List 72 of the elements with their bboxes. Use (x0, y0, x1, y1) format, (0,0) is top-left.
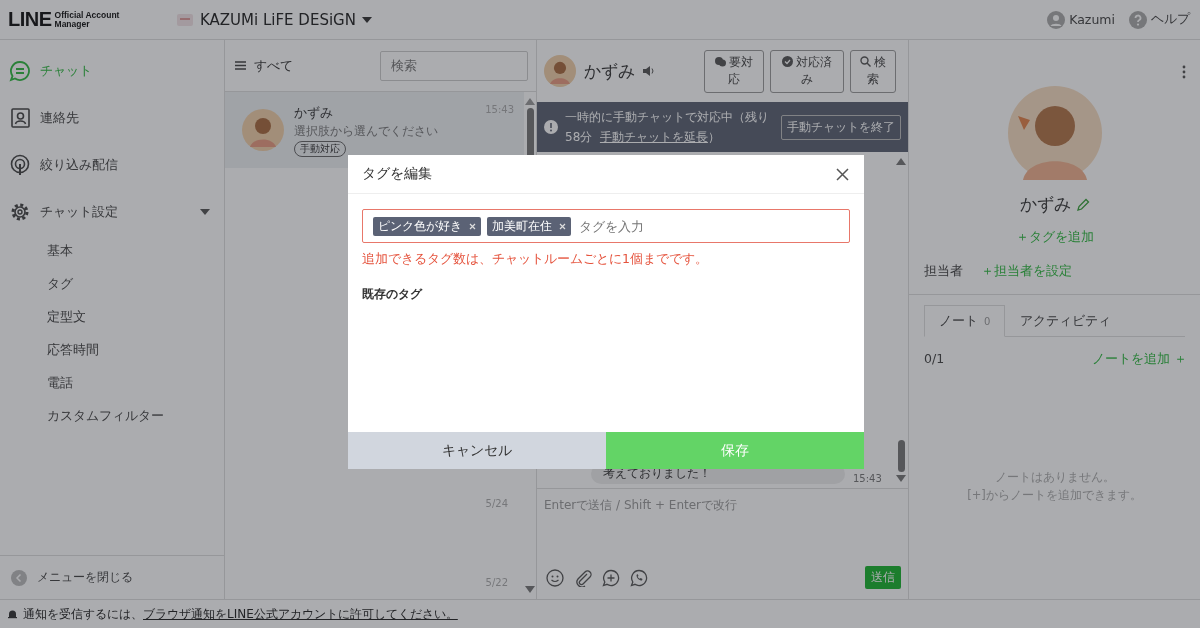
scroll-down-icon[interactable] (525, 586, 535, 593)
tag-chip: 加美町在住 (487, 216, 571, 236)
scroll-down-icon[interactable] (896, 475, 906, 482)
sidebar-subitem[interactable]: タグ (0, 268, 224, 301)
add-bubble-icon[interactable] (602, 568, 620, 587)
tag-field-box[interactable]: ピンク色が好き 加美町在住 タグを入力 (362, 209, 850, 243)
scrollbar-thumb[interactable] (897, 440, 905, 472)
search-icon (859, 56, 871, 67)
chevron-left-icon (11, 569, 27, 586)
user-menu[interactable]: Kazumi (1047, 10, 1115, 29)
close-icon[interactable] (836, 167, 849, 181)
menu-icon (235, 61, 246, 70)
logo-text: LINE (8, 8, 52, 31)
sidebar-subitem[interactable]: 基本 (0, 235, 224, 268)
caret-icon (361, 16, 372, 23)
sidebar-subitem[interactable]: カスタムフィルター (0, 400, 224, 433)
scroll-up-icon[interactable] (896, 158, 906, 165)
alert-icon (544, 120, 558, 134)
message-preview: 選択肢から選んでください (294, 123, 438, 139)
cancel-button[interactable]: キャンセル (348, 432, 606, 469)
sidebar-subitem[interactable]: 応答時間 (0, 334, 224, 367)
notification-message: 通知を受信するには、ブラウザ通知をLINE公式アカウントに許可してください。 (23, 605, 458, 623)
more-icon[interactable] (1182, 65, 1186, 79)
chat-action-button[interactable]: 検索 (850, 49, 896, 93)
note-count: 0/1 (924, 351, 945, 368)
search-field[interactable]: 検索 (380, 50, 528, 81)
broadcast-icon (9, 153, 31, 176)
chat-action-button[interactable]: 要対応 (704, 49, 764, 93)
collapse-menu-button[interactable]: メニューを閉じる (0, 555, 224, 599)
sidebar-item[interactable]: 連絡先 (0, 94, 224, 141)
check-bubble-icon (781, 56, 793, 67)
message-time: 15:43 (853, 473, 882, 484)
bell-icon (8, 609, 17, 619)
remove-icon[interactable] (559, 222, 566, 230)
tab[interactable]: ノート 0 (924, 305, 1006, 337)
avatar-icon (544, 55, 576, 87)
section-heading: 既存のタグ (362, 286, 422, 303)
sidebar-item[interactable]: 絞り込み配信 (0, 141, 224, 188)
sidebar-subitem[interactable]: 電話 (0, 367, 224, 400)
chat-bubbles-icon (714, 57, 726, 67)
speaker-icon (643, 66, 655, 76)
help-icon (1129, 10, 1147, 29)
filter-dropdown[interactable]: すべて (235, 56, 293, 75)
chat-action-button[interactable]: 対応済み (770, 49, 844, 93)
account-logo-icon (176, 12, 194, 27)
paperclip-icon[interactable] (574, 568, 592, 587)
dialog-title: タグを編集 (362, 165, 432, 183)
browser-notification-link[interactable]: ブラウザ通知をLINE公式アカウントに許可してください。 (143, 606, 458, 621)
scroll-up-icon[interactable] (525, 98, 535, 105)
account-switcher[interactable]: KAZUMi LiFE DESiGN (176, 10, 372, 29)
assignee-label: 担当者 (924, 263, 963, 280)
sidebar-subitem[interactable]: 定型文 (0, 301, 224, 334)
user-icon (1047, 10, 1066, 29)
logo-subtitle: Official Account Manager (54, 10, 120, 29)
contact-name: かずみ (294, 103, 333, 122)
emoji-icon[interactable] (546, 568, 564, 587)
remove-icon[interactable] (469, 222, 476, 230)
extend-link[interactable]: 手動チャットを延長 (599, 130, 708, 144)
pencil-icon[interactable] (1075, 197, 1090, 212)
profile-name: かずみ (1019, 193, 1071, 216)
avatar-icon (242, 109, 284, 151)
error-message: 追加できるタグ数は、チャットルームごとに1個までです。 (362, 251, 708, 268)
chat-title: かずみ (584, 59, 635, 83)
end-manual-chat-button[interactable]: 手動チャットを終了 (781, 114, 901, 140)
help-link[interactable]: ヘルプ (1129, 10, 1190, 29)
chat-bubble-icon (9, 59, 31, 82)
contact-card-icon (9, 106, 31, 129)
phone-bubble-icon[interactable] (630, 568, 648, 587)
sidebar-item[interactable]: チャット設定 (0, 188, 224, 235)
banner-text: 一時的に手動チャットで対応中（残り58分 手動チャットを延長） (565, 109, 770, 146)
tag-chip: ピンク色が好き (373, 216, 481, 236)
tab[interactable]: アクティビティ (1005, 305, 1127, 337)
